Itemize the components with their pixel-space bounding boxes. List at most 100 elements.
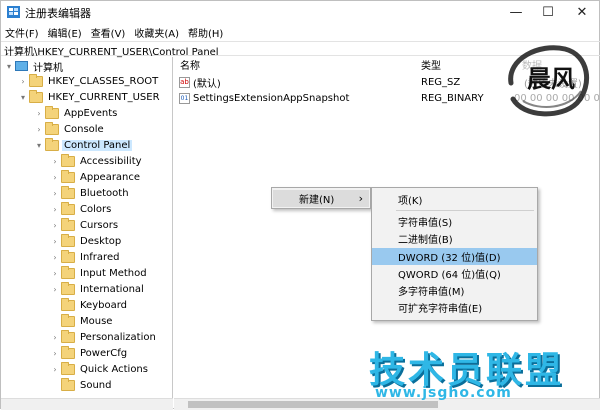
list-item[interactable]: 01 SettingsExtensionAppSnapshot xyxy=(179,90,349,106)
tree-item-desktop[interactable]: › Desktop xyxy=(49,233,123,249)
folder-open-icon xyxy=(45,137,59,151)
menu-favorites[interactable]: 收藏夹(A) xyxy=(130,23,184,40)
tree-item-label: Desktop xyxy=(80,235,122,247)
tree-item-cursors[interactable]: › Cursors xyxy=(49,217,120,233)
menu-item-expandable-string-value[interactable]: 可扩充字符串值(E) xyxy=(372,299,537,316)
folder-icon xyxy=(61,233,75,247)
tree-item-quick-actions[interactable]: › Quick Actions xyxy=(49,361,150,377)
chevron-right-icon[interactable]: › xyxy=(33,109,45,118)
folder-icon xyxy=(61,297,75,311)
chevron-right-icon[interactable]: › xyxy=(33,125,45,134)
menu-item-label: 可扩充字符串值(E) xyxy=(398,304,483,315)
menu-file[interactable]: 文件(F) xyxy=(1,23,44,40)
tree-item-label: Cursors xyxy=(80,219,119,231)
tree-item-keyboard[interactable]: Keyboard xyxy=(49,297,129,313)
tree-item-mouse[interactable]: Mouse xyxy=(49,313,114,329)
context-menu: 新建(N) › xyxy=(271,187,371,209)
menu-item-label: DWORD (32 位)值(D) xyxy=(398,253,501,264)
tree-item-label: Accessibility xyxy=(80,155,142,167)
tree-item-console[interactable]: › Console xyxy=(33,121,106,137)
tree-item-infrared[interactable]: › Infrared xyxy=(49,249,121,265)
value-type: REG_BINARY xyxy=(421,92,484,104)
folder-icon xyxy=(61,345,75,359)
list-item[interactable]: ab (默认) xyxy=(179,74,221,90)
submenu-new: 项(K) 字符串值(S) 二进制值(B) DWORD (32 位)值(D) QW… xyxy=(371,187,538,321)
chevron-right-icon[interactable]: › xyxy=(49,221,61,230)
tree-item-sound[interactable]: Sound xyxy=(49,377,114,393)
tree-item-powercfg[interactable]: › PowerCfg xyxy=(49,345,129,361)
menu-item-label: 二进制值(B) xyxy=(398,235,453,246)
chevron-right-icon[interactable]: › xyxy=(49,285,61,294)
menu-view[interactable]: 查看(V) xyxy=(87,23,131,40)
tree-item-appearance[interactable]: › Appearance xyxy=(49,169,142,185)
chevron-right-icon[interactable]: › xyxy=(49,253,61,262)
menu-item-key[interactable]: 项(K) xyxy=(372,191,537,208)
tree-item-hkcu[interactable]: ▾ HKEY_CURRENT_USER xyxy=(17,89,162,105)
folder-icon xyxy=(61,185,75,199)
tree-item-label: Quick Actions xyxy=(80,363,148,375)
menu-separator xyxy=(396,210,534,211)
chevron-right-icon[interactable]: › xyxy=(49,333,61,342)
menu-item-binary-value[interactable]: 二进制值(B) xyxy=(372,230,537,247)
tree-item-label: Keyboard xyxy=(80,299,128,311)
tree-item-label: 计算机 xyxy=(33,62,63,74)
menu-item-new[interactable]: 新建(N) › xyxy=(273,190,369,207)
tree-item-input-method[interactable]: › Input Method xyxy=(49,265,149,281)
window-title: 注册表编辑器 xyxy=(25,7,91,20)
chevron-right-icon[interactable]: › xyxy=(49,349,61,358)
tree-item-bluetooth[interactable]: › Bluetooth xyxy=(49,185,131,201)
tree-horizontal-scrollbar[interactable] xyxy=(1,398,173,410)
folder-icon xyxy=(61,313,75,327)
maximize-button[interactable]: ☐ xyxy=(531,1,565,23)
chevron-right-icon[interactable]: › xyxy=(49,189,61,198)
tree-item-personalization[interactable]: › Personalization xyxy=(49,329,158,345)
binary-value-icon: 01 xyxy=(179,92,190,104)
tree-item-label: Appearance xyxy=(80,171,141,183)
tree-item-appevents[interactable]: › AppEvents xyxy=(33,105,119,121)
tree-item-computer[interactable]: ▾ 计算机 xyxy=(3,58,65,74)
chevron-right-icon[interactable]: › xyxy=(17,77,29,86)
chevron-right-icon[interactable]: › xyxy=(49,173,61,182)
tree-item-accessibility[interactable]: › Accessibility xyxy=(49,153,144,169)
menu-item-qword-value[interactable]: QWORD (64 位)值(Q) xyxy=(372,265,537,282)
value-name: (默认) xyxy=(193,78,221,90)
column-header-type[interactable]: 类型 xyxy=(421,57,441,72)
tree-item-control-panel[interactable]: ▾ Control Panel xyxy=(33,137,133,153)
chevron-down-icon[interactable]: ▾ xyxy=(17,93,29,102)
ink-seal-logo: 晨风 xyxy=(508,45,589,117)
chevron-right-icon[interactable]: › xyxy=(49,237,61,246)
registry-tree[interactable]: ▾ 计算机 › HKEY_CLASSES_ROOT ▾ HKEY_CURRENT… xyxy=(1,57,173,410)
menu-edit[interactable]: 编辑(E) xyxy=(44,23,87,40)
menu-item-dword-value[interactable]: DWORD (32 位)值(D) xyxy=(372,248,537,265)
title-bar[interactable]: 注册表编辑器 — ☐ ✕ xyxy=(1,1,600,23)
watermark-url: www.jsgho.com xyxy=(375,385,512,401)
chevron-right-icon[interactable]: › xyxy=(49,205,61,214)
value-type: REG_SZ xyxy=(421,76,461,88)
folder-icon xyxy=(61,169,75,183)
close-button[interactable]: ✕ xyxy=(565,1,599,23)
folder-icon xyxy=(61,281,75,295)
folder-icon xyxy=(61,361,75,375)
chevron-right-icon[interactable]: › xyxy=(49,269,61,278)
tree-item-label: Input Method xyxy=(80,267,147,279)
folder-icon xyxy=(61,329,75,343)
scrollbar-thumb[interactable] xyxy=(188,401,438,408)
tree-item-colors[interactable]: › Colors xyxy=(49,201,113,217)
string-value-icon: ab xyxy=(179,76,190,88)
folder-icon xyxy=(29,89,43,103)
folder-icon xyxy=(61,377,75,391)
chevron-down-icon[interactable]: ▾ xyxy=(33,141,45,150)
menu-item-label: 字符串值(S) xyxy=(398,218,453,229)
chevron-down-icon[interactable]: ▾ xyxy=(3,62,15,71)
menu-bar: 文件(F) 编辑(E) 查看(V) 收藏夹(A) 帮助(H) xyxy=(1,23,600,40)
chevron-right-icon[interactable]: › xyxy=(49,157,61,166)
tree-item-international[interactable]: › International xyxy=(49,281,146,297)
tree-item-hkcr[interactable]: › HKEY_CLASSES_ROOT xyxy=(17,73,160,89)
menu-item-multi-string-value[interactable]: 多字符串值(M) xyxy=(372,282,537,299)
minimize-button[interactable]: — xyxy=(499,1,533,23)
column-header-name[interactable]: 名称 xyxy=(180,57,200,72)
chevron-right-icon[interactable]: › xyxy=(49,365,61,374)
menu-item-string-value[interactable]: 字符串值(S) xyxy=(372,213,537,230)
menu-help[interactable]: 帮助(H) xyxy=(184,23,228,40)
menu-item-label: 新建(N) xyxy=(299,195,335,206)
